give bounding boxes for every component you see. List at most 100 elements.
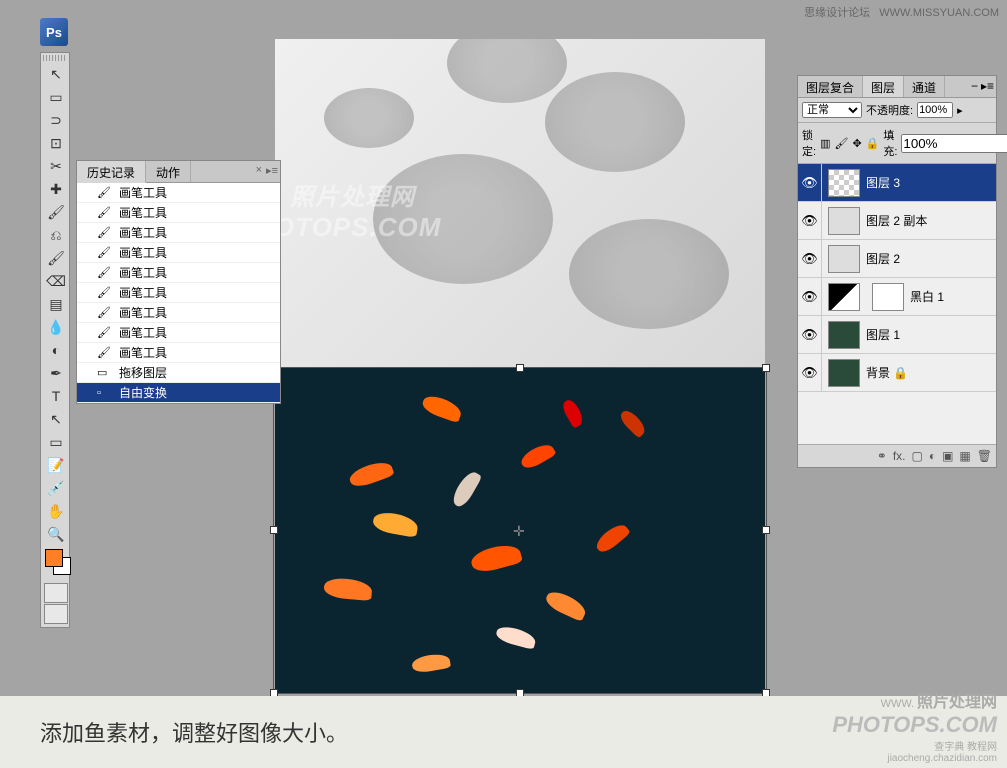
shape-tool[interactable]: ▭ (44, 431, 68, 453)
history-item[interactable]: 🖌画笔工具 (77, 203, 280, 223)
layer-row[interactable]: 👁 图层 1 (798, 316, 996, 354)
eyedropper-tool[interactable]: 💉 (44, 477, 68, 499)
crop-tool[interactable]: ⊡ (44, 132, 68, 154)
panel-menu-icon[interactable]: ▸≡ (981, 79, 994, 93)
history-item[interactable]: 🖌画笔工具 (77, 223, 280, 243)
layer-thumbnail[interactable] (828, 359, 860, 387)
history-item[interactable]: 🖌画笔工具 (77, 263, 280, 283)
color-swatches (43, 549, 67, 579)
clone-stamp-tool[interactable]: ⎌ (44, 224, 68, 246)
history-item[interactable]: ▭拖移图层 (77, 363, 280, 383)
layer-style-icon[interactable]: fx. (893, 449, 906, 463)
tab-channels[interactable]: 通道 (904, 76, 945, 97)
layer-group-icon[interactable]: ▣ (942, 449, 953, 463)
visibility-eye-icon[interactable]: 👁 (798, 164, 822, 201)
layer-name-label[interactable]: 图层 2 (866, 250, 996, 267)
lock-transparency-icon[interactable]: ▥ (820, 137, 830, 150)
path-selection-tool[interactable]: ↖ (44, 408, 68, 430)
delete-layer-icon[interactable]: 🗑 (977, 449, 992, 463)
opacity-input[interactable] (917, 102, 953, 118)
layer-row[interactable]: 👁 黑白 1 (798, 278, 996, 316)
layer-thumbnail[interactable] (828, 283, 860, 311)
source-credit: 思缘设计论坛 WWW.MISSYUAN.COM (804, 4, 999, 20)
lock-all-icon[interactable]: 🔒 (866, 137, 880, 150)
quick-mask-toggle[interactable] (44, 583, 68, 603)
history-item[interactable]: 🖌画笔工具 (77, 183, 280, 203)
healing-brush-tool[interactable]: ✚ (44, 178, 68, 200)
history-item[interactable]: 🖌画笔工具 (77, 243, 280, 263)
dodge-tool[interactable]: ◐ (44, 339, 68, 361)
blend-mode-select[interactable]: 正常 (802, 102, 862, 118)
layer-row[interactable]: 👁 图层 2 (798, 240, 996, 278)
layer-name-label[interactable]: 黑白 1 (910, 288, 996, 305)
history-item[interactable]: 🖌画笔工具 (77, 343, 280, 363)
layers-panel-buttons: ⚭ fx. ▢ ◐ ▣ ▦ 🗑 (798, 444, 996, 467)
marquee-tool[interactable]: ▭ (44, 86, 68, 108)
brush-tool[interactable]: 🖌 (44, 201, 68, 223)
pen-tool[interactable]: ✒ (44, 362, 68, 384)
panel-menu-icon[interactable]: ▸≡ (266, 164, 278, 177)
layer-row[interactable]: 👁 背景 🔒 (798, 354, 996, 392)
layer-mask-thumbnail[interactable] (872, 283, 904, 311)
layer-list: 👁 图层 3 👁 图层 2 副本 👁 图层 2 👁 黑白 1 👁 图层 1 👁 背景 🔒 (798, 164, 996, 444)
slice-tool[interactable]: ✂ (44, 155, 68, 177)
eraser-tool[interactable]: ⌫ (44, 270, 68, 292)
gradient-tool[interactable]: ▤ (44, 293, 68, 315)
layer-name-label[interactable]: 图层 2 副本 (866, 212, 996, 229)
tab-layers[interactable]: 图层 (863, 76, 904, 97)
link-layers-icon[interactable]: ⚭ (877, 449, 887, 463)
layer-mask-icon[interactable]: ▢ (911, 449, 922, 463)
layers-blend-row: 正常 不透明度: ▸ (798, 98, 996, 123)
hand-tool[interactable]: ✋ (44, 500, 68, 522)
blur-tool[interactable]: 💧 (44, 316, 68, 338)
layer-name-label[interactable]: 图层 1 (866, 326, 996, 343)
footer-watermark: WWW. 照片处理网 PHOTOPS.COM 查字典 教程网 jiaocheng… (832, 688, 997, 764)
layer-name-label[interactable]: 图层 3 (866, 174, 996, 191)
history-brush-tool[interactable]: 🖌 (44, 247, 68, 269)
screen-mode-toggle[interactable] (44, 604, 68, 624)
history-panel: 历史记录 动作 × ▸≡ 🖌画笔工具🖌画笔工具🖌画笔工具🖌画笔工具🖌画笔工具🖌画… (76, 160, 281, 404)
close-icon[interactable]: × (256, 164, 262, 176)
layer-name-label[interactable]: 背景 🔒 (866, 364, 996, 381)
chevron-right-icon[interactable]: ▸ (957, 104, 963, 117)
document-canvas[interactable]: WWW. 照片处理网 PHOTOPS.COM ✛ (275, 39, 765, 694)
lock-position-icon[interactable]: ✥ (852, 137, 861, 150)
credit-label: 思缘设计论坛 (804, 7, 870, 19)
visibility-eye-icon[interactable]: 👁 (798, 202, 822, 239)
move-tool[interactable]: ↖ (44, 63, 68, 85)
panel-grip[interactable] (43, 55, 67, 61)
layer-thumbnail[interactable] (828, 207, 860, 235)
layer-thumbnail[interactable] (828, 321, 860, 349)
minimize-icon[interactable]: − (971, 79, 978, 93)
history-item-label: 画笔工具 (119, 244, 167, 261)
fill-input[interactable] (901, 134, 1007, 153)
lock-pixels-icon[interactable]: 🖌 (834, 137, 848, 150)
zoom-tool[interactable]: 🔍 (44, 523, 68, 545)
layer-row[interactable]: 👁 图层 2 副本 (798, 202, 996, 240)
history-item-label: 自由变换 (119, 384, 167, 401)
layer-row[interactable]: 👁 图层 3 (798, 164, 996, 202)
lasso-tool[interactable]: ⊃ (44, 109, 68, 131)
tools-panel: ↖▭⊃⊡✂✚🖌⎌🖌⌫▤💧◐✒T↖▭📝💉✋🔍 (40, 52, 70, 628)
adjustment-layer-icon[interactable]: ◐ (929, 449, 936, 463)
fill-label: 填充: (883, 127, 897, 159)
tab-actions[interactable]: 动作 (146, 161, 191, 182)
tab-layer-comps[interactable]: 图层复合 (798, 76, 863, 97)
visibility-eye-icon[interactable]: 👁 (798, 316, 822, 353)
opacity-label: 不透明度: (866, 102, 913, 118)
layer-thumbnail[interactable] (828, 169, 860, 197)
type-tool[interactable]: T (44, 385, 68, 407)
new-layer-icon[interactable]: ▦ (959, 449, 970, 463)
history-item[interactable]: 🖌画笔工具 (77, 323, 280, 343)
visibility-eye-icon[interactable]: 👁 (798, 240, 822, 277)
visibility-eye-icon[interactable]: 👁 (798, 278, 822, 315)
foreground-color-swatch[interactable] (45, 549, 63, 567)
tab-history[interactable]: 历史记录 (77, 161, 146, 183)
history-item[interactable]: 🖌画笔工具 (77, 283, 280, 303)
notes-tool[interactable]: 📝 (44, 454, 68, 476)
visibility-eye-icon[interactable]: 👁 (798, 354, 822, 391)
history-item[interactable]: ▫自由变换 (77, 383, 280, 403)
brush-icon: 🖌 (97, 206, 113, 220)
layer-thumbnail[interactable] (828, 245, 860, 273)
history-item[interactable]: 🖌画笔工具 (77, 303, 280, 323)
